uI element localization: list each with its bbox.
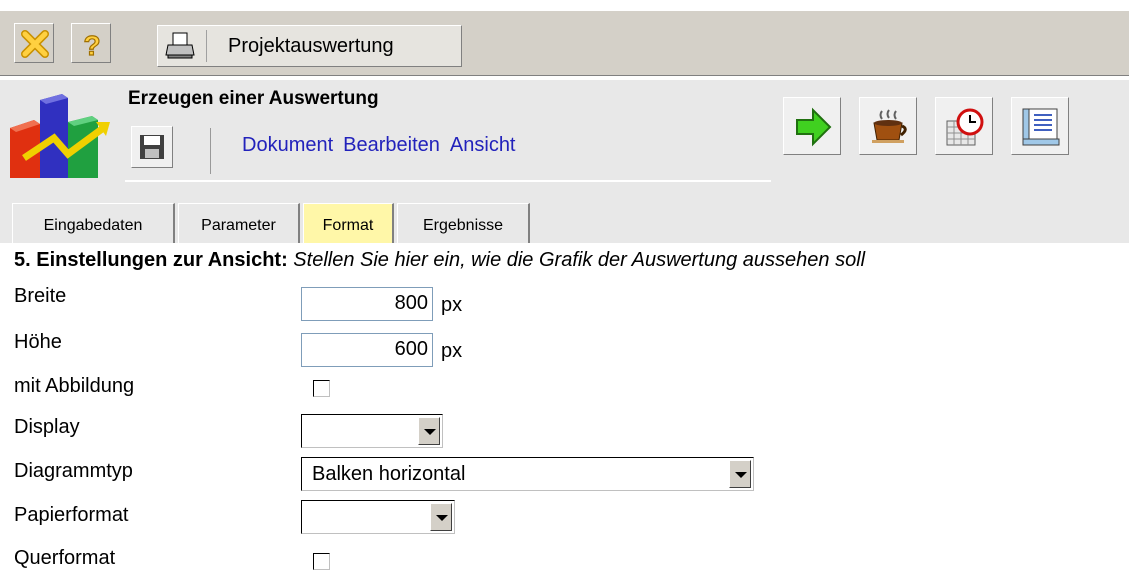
help-button[interactable]: ? <box>71 23 111 63</box>
hoehe-unit: px <box>441 340 463 362</box>
menu-item-ansicht[interactable]: Ansicht <box>450 134 516 156</box>
tab-ergebnisse[interactable]: Ergebnisse <box>397 203 530 243</box>
display-select[interactable] <box>301 414 443 448</box>
mit-abbildung-label: mit Abbildung <box>14 375 135 397</box>
diagrammtyp-select[interactable]: Balken horizontal <box>301 457 754 491</box>
arrow-right-icon <box>796 107 832 147</box>
page-title: Erzeugen einer Auswertung <box>128 88 379 109</box>
hoehe-input[interactable]: 600 <box>301 333 433 367</box>
breite-unit: px <box>441 294 463 316</box>
section-heading-description: Stellen Sie hier ein, wie die Grafik der… <box>293 249 866 271</box>
layout-button[interactable] <box>1011 97 1069 155</box>
floppy-disk-icon <box>140 135 164 159</box>
header-underline <box>125 180 771 182</box>
save-button[interactable] <box>131 126 173 168</box>
mit-abbildung-checkbox[interactable] <box>313 380 330 397</box>
chevron-down-icon[interactable] <box>418 417 440 445</box>
diagrammtyp-label: Diagrammtyp <box>14 460 133 482</box>
display-label: Display <box>14 416 80 438</box>
chart-logo-icon <box>10 94 110 178</box>
breite-label: Breite <box>14 285 67 307</box>
header-separator <box>210 128 211 174</box>
svg-text:?: ? <box>83 30 100 60</box>
run-button[interactable] <box>783 97 841 155</box>
menu-item-bearbeiten[interactable]: Bearbeiten <box>343 134 440 156</box>
tab-format[interactable]: Format <box>303 203 394 243</box>
querformat-label: Querformat <box>14 547 116 569</box>
coffee-button[interactable] <box>859 97 917 155</box>
tab-parameter[interactable]: Parameter <box>178 203 300 243</box>
papierformat-select[interactable] <box>301 500 455 534</box>
report-header: Erzeugen einer Auswertung Dokument Bearbe… <box>0 80 1129 195</box>
tab-eingabedaten[interactable]: Eingabedaten <box>12 203 175 243</box>
menu-bar: Dokument Bearbeiten Ansicht <box>242 134 526 157</box>
project-report-label: Projektauswertung <box>228 35 394 57</box>
papierformat-label: Papierformat <box>14 504 129 526</box>
close-button[interactable] <box>14 23 54 63</box>
chevron-down-icon[interactable] <box>729 460 751 488</box>
tab-bar: Eingabedaten Parameter Format Ergebnisse <box>0 195 1129 243</box>
close-icon <box>21 30 49 58</box>
chevron-down-icon[interactable] <box>430 503 452 531</box>
section-heading: 5. Einstellungen zur Ansicht: Stellen Si… <box>14 249 865 272</box>
toolbar: ? Projektauswertung <box>0 10 1129 76</box>
querformat-checkbox[interactable] <box>313 553 330 570</box>
ruler-document-icon <box>1022 108 1060 146</box>
menu-item-dokument[interactable]: Dokument <box>242 134 333 156</box>
diagrammtyp-select-value: Balken horizontal <box>312 463 466 485</box>
calendar-clock-icon <box>946 108 984 146</box>
breite-input[interactable]: 800 <box>301 287 433 321</box>
help-icon: ? <box>83 29 101 60</box>
section-heading-title: 5. Einstellungen zur Ansicht: <box>14 249 288 271</box>
coffee-cup-icon <box>872 109 907 143</box>
separator <box>206 30 207 62</box>
schedule-button[interactable] <box>935 97 993 155</box>
hoehe-label: Höhe <box>14 331 62 353</box>
printer-icon <box>165 32 195 59</box>
project-report-button[interactable]: Projektauswertung <box>157 25 462 67</box>
